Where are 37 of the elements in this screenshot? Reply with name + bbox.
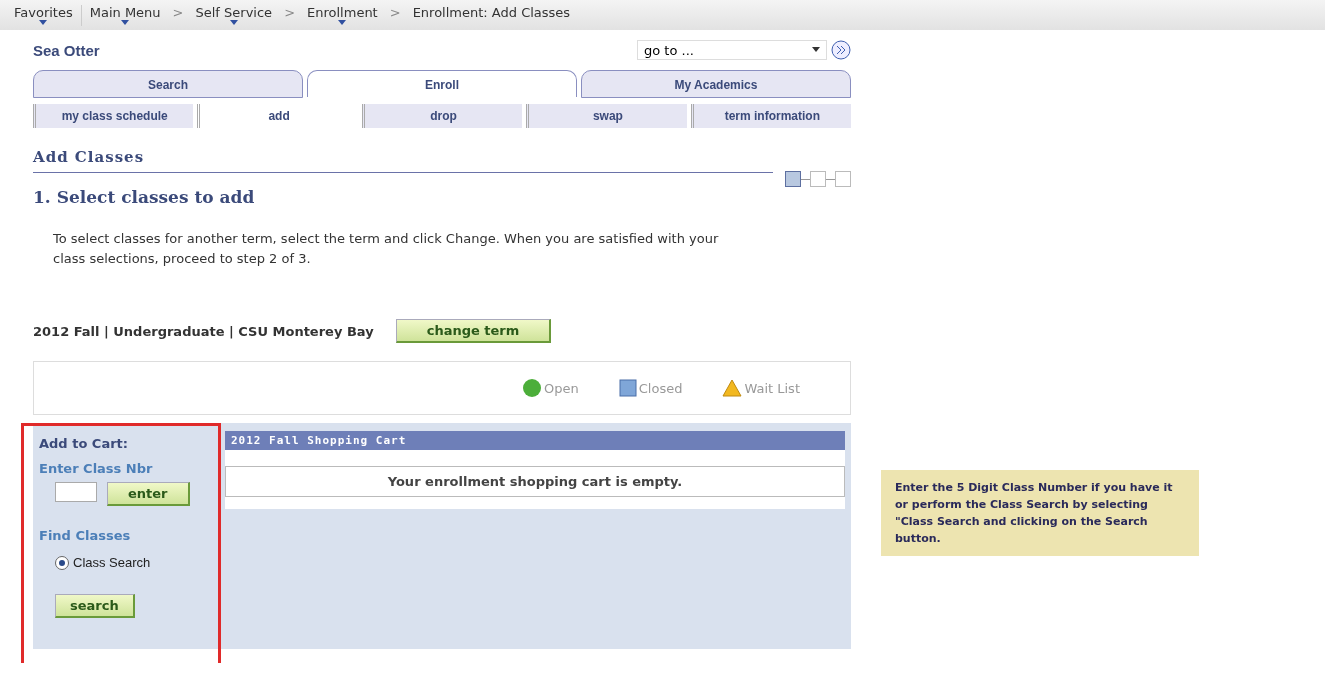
separator-icon: > [168,4,188,26]
add-to-cart-label: Add to Cart: [39,436,128,451]
term-label: 2012 Fall | Undergraduate | CSU Monterey Bay [33,323,374,339]
legend-label: Wait List [744,380,800,396]
find-classes-label: Find Classes [39,528,131,543]
go-button[interactable] [831,40,851,60]
subtab[interactable]: my class schedule [33,104,194,128]
page-title: Add Classes [33,148,773,173]
instructions-text: To select classes for another term, select the term and click Change. When you are satisfied with your class selections, proceed to step 2 of 3. [53,230,720,268]
legend-label: Open [544,380,579,396]
empty-cart-message: Your enrollment shopping cart is empty. [225,466,845,497]
tab[interactable]: My Academics [581,70,851,98]
separator-icon: > [385,4,405,26]
separator-icon: > [280,4,300,26]
class-number-field[interactable] [55,482,97,502]
subtab[interactable]: term information [690,104,852,128]
callout-note: Enter the 5 Digit Class Number if you have it or perform the Class Search by selecting "Class Search and clicking on the Search button. [881,470,1199,556]
subtab[interactable]: swap [526,104,687,128]
site-title: Sea Otter [33,41,100,59]
caret-icon [812,47,820,53]
breadcrumb-link[interactable]: Enrollment: Add Classes [404,4,579,26]
change-term-button[interactable]: change term [395,319,552,343]
tab[interactable]: Search [33,70,303,98]
goto-dropdown[interactable]: go to ... [637,40,827,60]
legend-label: Closed [638,380,683,396]
breadcrumb-link[interactable]: Main Menu [81,4,169,26]
class-search-radio[interactable]: Class Search [55,555,151,570]
subtab[interactable]: drop [361,104,523,128]
search-button[interactable]: search [55,594,135,618]
breadcrumb-link[interactable]: Enrollment [299,4,386,26]
breadcrumb-link[interactable]: Self Service [187,4,281,26]
enter-button[interactable]: enter [107,482,190,506]
breadcrumb-link[interactable]: Favorites [6,4,82,26]
tab[interactable]: Enroll [307,70,577,97]
step-heading: 1. Select classes to add [33,187,256,207]
cart-title: 2012 Fall Shopping Cart [225,431,845,450]
class-number-label: Enter Class Nbr [39,461,153,476]
